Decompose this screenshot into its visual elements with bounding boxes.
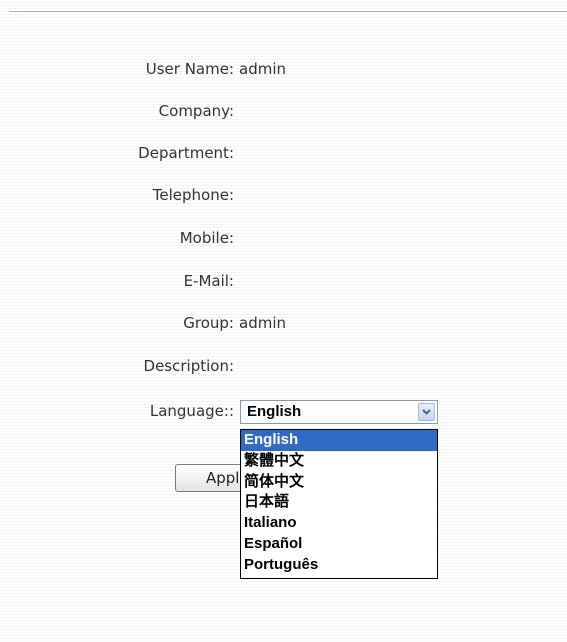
language-option-japanese[interactable]: 日本語 [241, 492, 437, 513]
row-telephone: Telephone: [0, 184, 567, 206]
row-user-name: User Name: admin [0, 58, 567, 80]
row-department: Department: [0, 142, 567, 164]
language-option-simplified-chinese[interactable]: 简体中文 [241, 472, 437, 493]
user-profile-form: User Name: admin Company: Department: Te… [0, 0, 567, 642]
user-name-label: User Name: [146, 58, 234, 80]
language-option-portuguese[interactable]: Português [241, 555, 437, 576]
mobile-label: Mobile: [180, 227, 234, 249]
group-value: admin [239, 312, 286, 334]
language-option-italian[interactable]: Italiano [241, 513, 437, 534]
department-label: Department: [138, 142, 234, 164]
row-group: Group: admin [0, 312, 567, 334]
language-select-arrow-button[interactable] [418, 403, 435, 421]
row-company: Company: [0, 100, 567, 122]
language-select[interactable]: English [240, 400, 438, 424]
row-description: Description: [0, 355, 567, 377]
row-mobile: Mobile: [0, 227, 567, 249]
description-label: Description: [144, 355, 234, 377]
language-dropdown-list: English 繁體中文 简体中文 日本語 Italiano Español P… [240, 429, 438, 579]
row-email: E-Mail: [0, 270, 567, 292]
group-label: Group: [183, 312, 234, 334]
language-option-traditional-chinese[interactable]: 繁體中文 [241, 451, 437, 472]
email-label: E-Mail: [184, 270, 234, 292]
telephone-label: Telephone: [153, 184, 234, 206]
user-name-value: admin [239, 58, 286, 80]
chevron-down-icon [422, 408, 431, 416]
language-option-spanish[interactable]: Español [241, 534, 437, 555]
language-option-english[interactable]: English [241, 430, 437, 451]
company-label: Company: [159, 100, 234, 122]
language-select-value: English [247, 401, 301, 423]
language-label: Language:: [150, 400, 234, 422]
